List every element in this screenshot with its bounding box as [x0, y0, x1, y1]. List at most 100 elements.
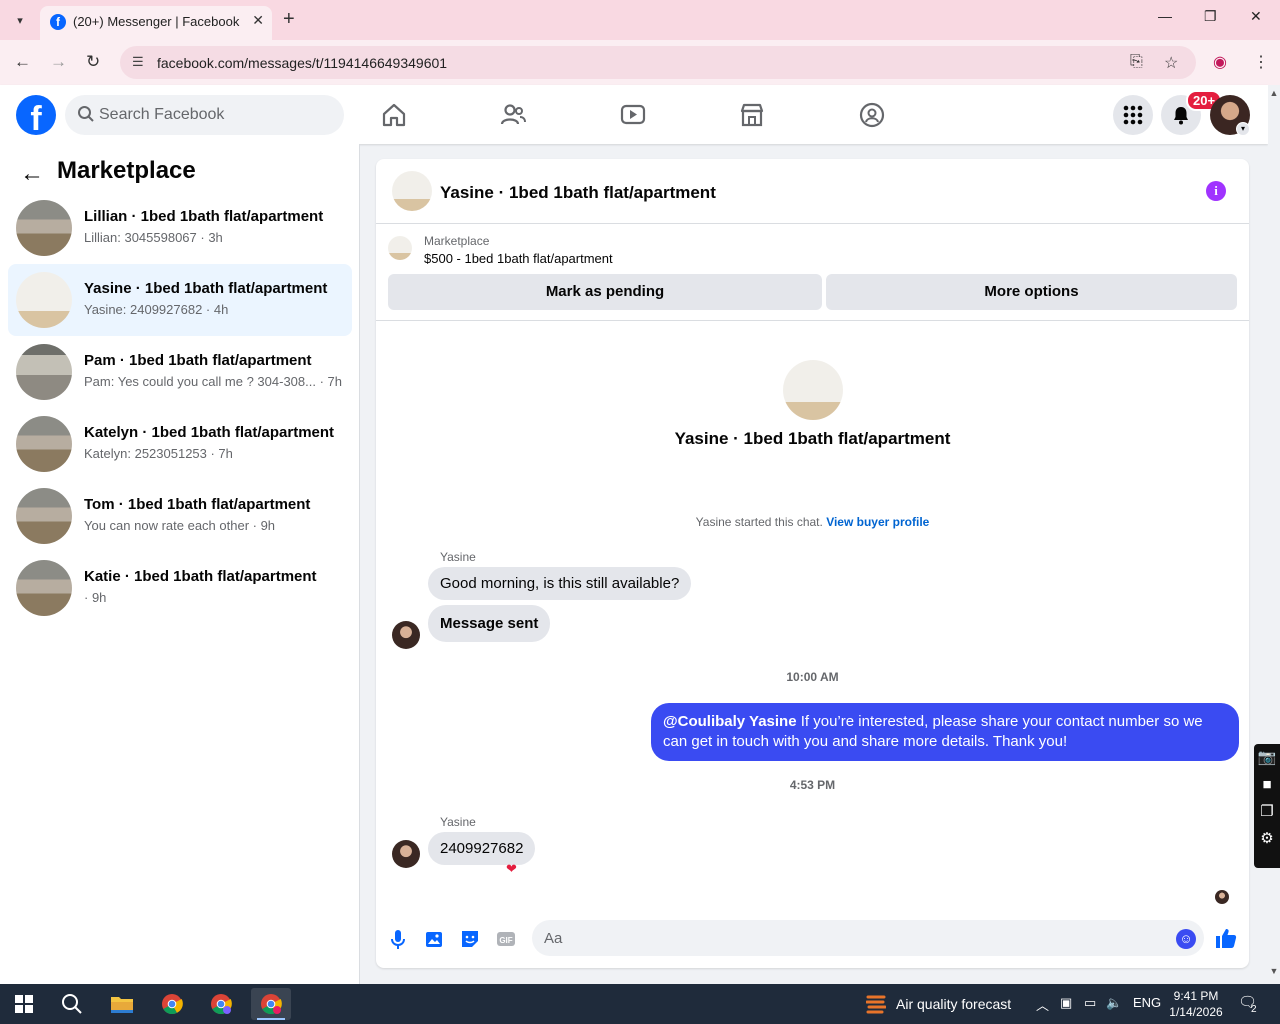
camera-icon[interactable]: 📷	[1254, 744, 1280, 771]
close-icon[interactable]: ✕	[252, 12, 264, 29]
intro-avatar	[783, 360, 843, 420]
marketplace-icon[interactable]	[738, 101, 766, 129]
message-bubble-incoming[interactable]: Message sent	[428, 605, 551, 642]
chrome-active-icon[interactable]	[251, 988, 291, 1020]
search-input[interactable]	[99, 95, 329, 135]
url-text[interactable]: facebook.com/messages/t/1194146649349601	[157, 55, 447, 71]
profile-icon[interactable]: ◉	[1213, 52, 1227, 72]
weather-widget-text[interactable]: Air quality forecast	[896, 996, 1011, 1012]
chrome-profile-icon[interactable]	[201, 988, 241, 1020]
chat-panel: Yasine · 1bed 1bath flat/apartment i Mar…	[376, 159, 1249, 968]
heart-reaction-icon[interactable]: ❤	[506, 861, 517, 877]
search-box[interactable]	[65, 95, 344, 135]
mention[interactable]: @Coulibaly Yasine	[663, 713, 797, 730]
home-icon[interactable]	[380, 101, 408, 129]
star-icon[interactable]: ☆	[1164, 53, 1178, 73]
divider	[376, 223, 1249, 224]
sender-avatar[interactable]	[392, 621, 420, 649]
sticker-icon[interactable]	[459, 928, 481, 950]
more-options-button[interactable]: More options	[826, 274, 1237, 310]
message-input[interactable]	[544, 920, 1144, 956]
back-arrow-icon[interactable]: ←	[14, 52, 31, 72]
message-bubble-outgoing[interactable]: @Coulibaly Yasine If you’re interested, …	[651, 703, 1239, 761]
clock-time: 9:41 PM	[1173, 989, 1219, 1003]
sender-avatar[interactable]	[392, 840, 420, 868]
video-camera-icon[interactable]: ■	[1254, 771, 1280, 798]
network-icon[interactable]: ▭	[1084, 995, 1096, 1011]
message-sender: Yasine	[440, 550, 476, 564]
minimize-icon[interactable]: —	[1158, 8, 1172, 24]
windows-icon[interactable]: ❐	[1254, 798, 1280, 825]
conversation-name: Pam · 1bed 1bath flat/apartment	[84, 352, 312, 369]
intro-name: Yasine · 1bed 1bath flat/apartment	[674, 429, 951, 448]
air-quality-icon[interactable]	[866, 993, 886, 1015]
tab-search-icon[interactable]: ▾	[8, 8, 32, 32]
view-buyer-profile-link[interactable]: View buyer profile	[826, 515, 929, 529]
tab-title: (20+) Messenger | Facebook	[73, 14, 240, 29]
chrome-icon[interactable]	[152, 988, 192, 1020]
info-icon[interactable]: i	[1206, 181, 1226, 201]
chevron-up-icon[interactable]: ︿	[1036, 995, 1049, 1014]
plus-icon[interactable]: +	[283, 8, 295, 31]
back-arrow-icon[interactable]: ←	[20, 160, 44, 188]
listing-title[interactable]: $500 - 1bed 1bath flat/apartment	[424, 251, 613, 266]
conversation-item[interactable]: Katelyn · 1bed 1bath flat/apartment Kate…	[8, 408, 352, 480]
conversation-name: Tom · 1bed 1bath flat/apartment	[84, 496, 311, 513]
chat-header-avatar[interactable]	[392, 171, 432, 211]
menu-grid-icon[interactable]	[1113, 95, 1153, 135]
system-clock[interactable]: 9:41 PM 1/14/2026	[1166, 988, 1226, 1020]
conversation-item[interactable]: Lillian · 1bed 1bath flat/apartment Lill…	[8, 192, 352, 264]
timestamp-separator: 4:53 PM	[789, 778, 836, 792]
install-app-icon[interactable]: ⎘	[1130, 53, 1143, 71]
conversation-name: Katelyn · 1bed 1bath flat/apartment	[84, 424, 335, 441]
conversation-item-active[interactable]: Yasine · 1bed 1bath flat/apartment Yasin…	[8, 264, 352, 336]
windows-start-icon[interactable]	[4, 988, 44, 1020]
sidebar-title: Marketplace	[57, 157, 196, 184]
facebook-logo-icon[interactable]: f	[16, 95, 56, 135]
site-info-icon[interactable]: ☰	[132, 54, 144, 70]
listing-thumbnail	[16, 272, 72, 328]
message-bubble-incoming[interactable]: Good morning, is this still available?	[428, 567, 692, 600]
address-bar[interactable]: ☰ facebook.com/messages/t/11941466493496…	[120, 46, 1196, 79]
microphone-icon[interactable]	[387, 928, 409, 950]
emoji-icon[interactable]: ☺	[1176, 929, 1196, 949]
chat-started-text: Yasine started this chat.	[695, 515, 823, 529]
marketplace-label: Marketplace	[424, 234, 490, 248]
listing-thumbnail[interactable]	[388, 236, 412, 260]
scroll-up-icon[interactable]: ▲	[1268, 88, 1280, 98]
scroll-down-icon[interactable]: ▼	[1268, 966, 1280, 976]
chevron-down-icon[interactable]: ▾	[1236, 122, 1250, 136]
conversation-snippet: Yasine: 2409927682 · 4h	[84, 302, 229, 317]
close-window-icon[interactable]: ✕	[1250, 8, 1262, 25]
conversation-name: Lillian · 1bed 1bath flat/apartment	[84, 208, 324, 225]
thumbs-up-icon[interactable]	[1214, 926, 1238, 950]
friends-icon[interactable]	[499, 101, 527, 129]
groups-icon[interactable]	[858, 101, 886, 129]
browser-toolbar: ← → ↻ ☰ facebook.com/messages/t/11941466…	[0, 40, 1280, 85]
gif-icon[interactable]: GIF	[495, 928, 517, 950]
forward-arrow-icon[interactable]: →	[50, 52, 67, 72]
kebab-menu-icon[interactable]: ⋮	[1253, 52, 1269, 72]
conversation-item[interactable]: Pam · 1bed 1bath flat/apartment Pam: Yes…	[8, 336, 352, 408]
conversation-item[interactable]: Tom · 1bed 1bath flat/apartment You can …	[8, 480, 352, 552]
message-bubble-incoming[interactable]: 2409927682	[428, 832, 536, 865]
chat-title[interactable]: Yasine · 1bed 1bath flat/apartment	[440, 183, 716, 203]
browser-tab-bar: ▾ f (20+) Messenger | Facebook ✕ + — ❐ ✕	[0, 0, 1280, 40]
search-icon[interactable]	[52, 988, 92, 1020]
conversation-snippet: Pam: Yes could you call me ? 304-308... …	[84, 374, 342, 389]
listing-thumbnail	[16, 344, 72, 400]
photo-icon[interactable]	[423, 928, 445, 950]
restore-icon[interactable]: ❐	[1204, 8, 1217, 25]
divider	[376, 320, 1249, 321]
reload-icon[interactable]: ↻	[86, 52, 100, 72]
file-explorer-icon[interactable]	[102, 988, 142, 1020]
language-indicator[interactable]: ENG	[1133, 995, 1161, 1010]
message-composer[interactable]	[532, 920, 1204, 956]
volume-icon[interactable]: 🔈	[1106, 995, 1122, 1011]
mark-as-pending-button[interactable]: Mark as pending	[388, 274, 822, 310]
watch-icon[interactable]	[619, 101, 647, 129]
meet-now-icon[interactable]: ▣	[1060, 995, 1072, 1011]
conversation-item[interactable]: Katie · 1bed 1bath flat/apartment · 9h	[8, 552, 352, 624]
browser-tab[interactable]: f (20+) Messenger | Facebook ✕	[40, 6, 272, 40]
gear-icon[interactable]: ⚙	[1254, 825, 1280, 852]
